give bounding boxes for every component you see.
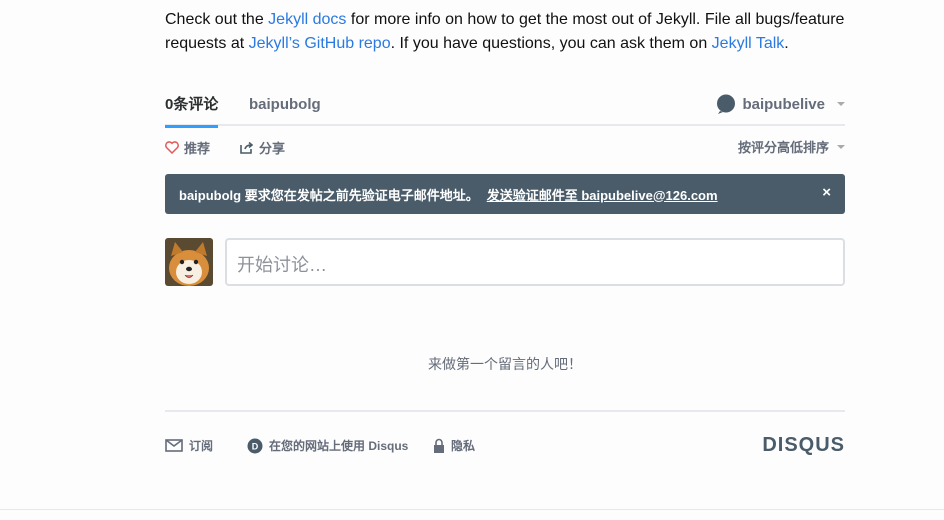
- sort-label: 按评分高低排序: [737, 140, 829, 155]
- chat-bubble-icon: [717, 94, 736, 114]
- chevron-down-icon: [837, 144, 845, 149]
- privacy-label: 隐私: [451, 439, 476, 453]
- jekyll-github-link[interactable]: Jekyll’s GitHub repo: [249, 35, 391, 52]
- thread-footer: 订阅 D 在您的网站上使用 Disqus 隐私 DISQUS: [165, 410, 845, 480]
- user-menu[interactable]: baipubelive: [716, 94, 845, 114]
- intro-text: .: [784, 35, 789, 52]
- empty-state-text: 来做第一个留言的人吧！: [428, 356, 582, 372]
- svg-text:D: D: [252, 441, 259, 451]
- send-verification-link[interactable]: 发送验证邮件至 baipubelive@126.com: [487, 185, 718, 204]
- intro-text: Check out the: [165, 11, 269, 28]
- disqus-brand-logo[interactable]: DISQUS: [762, 434, 845, 457]
- comment-composer: 开始讨论…: [165, 238, 845, 286]
- recommend-button[interactable]: 推荐: [165, 138, 210, 157]
- disqus-thread: 0条评论 baipubolg baipubelive 推荐 分享 按评分高低排序…: [165, 90, 845, 480]
- sort-dropdown[interactable]: 按评分高低排序: [738, 137, 845, 156]
- avatar[interactable]: [165, 238, 213, 286]
- share-icon: [240, 141, 254, 154]
- tab-comments[interactable]: 0条评论: [165, 94, 219, 128]
- username: baipubelive: [742, 95, 825, 113]
- thread-tabs: 0条评论 baipubolg baipubelive: [165, 90, 845, 128]
- jekyll-talk-link[interactable]: Jekyll Talk: [712, 35, 785, 52]
- page-divider: [0, 509, 944, 510]
- alert-message: baipubolg 要求您在发帖之前先验证电子邮件地址。: [179, 187, 479, 203]
- envelope-icon: [165, 439, 183, 452]
- subscribe-button[interactable]: 订阅: [165, 437, 213, 454]
- verify-email-alert: baipubolg 要求您在发帖之前先验证电子邮件地址。 发送验证邮件至 bai…: [165, 174, 845, 214]
- add-disqus-link[interactable]: D 在您的网站上使用 Disqus: [247, 437, 408, 454]
- recommend-label: 推荐: [184, 141, 211, 156]
- disqus-logo-icon: D: [247, 438, 263, 453]
- tab-community[interactable]: baipubolg: [249, 94, 321, 126]
- add-disqus-label: 在您的网站上使用 Disqus: [269, 439, 409, 453]
- heart-icon: [165, 141, 179, 154]
- dog-avatar-icon: [165, 238, 213, 286]
- comment-input[interactable]: 开始讨论…: [225, 238, 845, 286]
- subscribe-label: 订阅: [189, 439, 214, 453]
- share-label: 分享: [259, 141, 286, 156]
- lock-icon: [434, 438, 444, 453]
- intro-paragraph: Check out the Jekyll docs for more info …: [165, 8, 855, 56]
- jekyll-docs-link[interactable]: Jekyll docs: [268, 11, 346, 28]
- chevron-down-icon: [837, 102, 845, 106]
- thread-actions: 推荐 分享 按评分高低排序: [165, 126, 845, 166]
- share-button[interactable]: 分享: [240, 138, 285, 157]
- privacy-link[interactable]: 隐私: [433, 437, 475, 454]
- close-icon[interactable]: ×: [822, 184, 831, 201]
- intro-text: . If you have questions, you can ask the…: [390, 35, 712, 52]
